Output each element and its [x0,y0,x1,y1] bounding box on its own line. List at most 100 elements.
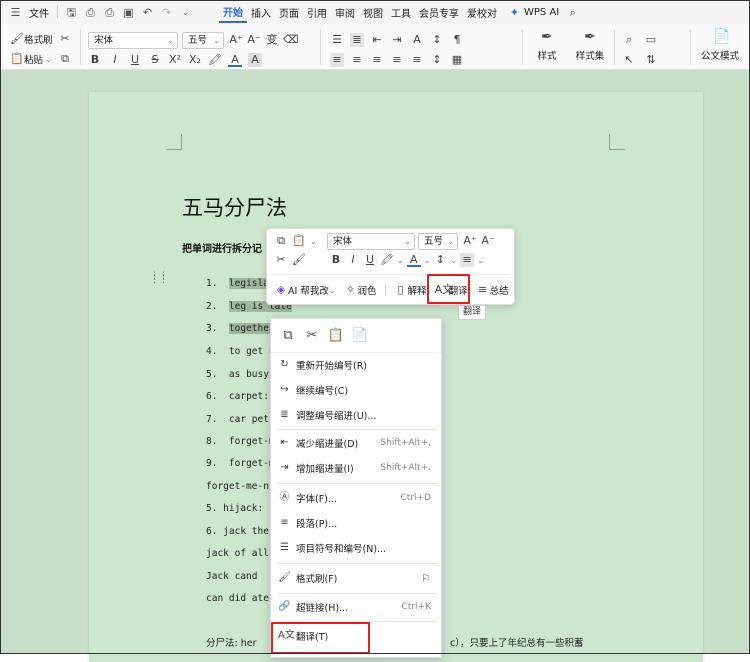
chinese-layout-icon[interactable]: A [410,33,424,47]
strikethrough-icon[interactable]: S [148,53,162,67]
paste-icon[interactable]: 📋 [325,328,347,343]
underline-icon[interactable]: U [363,253,377,267]
select-icon[interactable]: ↖ [622,53,636,67]
font-color-icon[interactable]: A [228,53,242,67]
align-center-icon[interactable]: ≡ [350,53,364,67]
polish-button[interactable]: ✧ 润色 [344,283,377,297]
sort-icon[interactable]: ↕ [430,33,444,47]
export-pdf-icon[interactable]: ⎙ [84,6,97,19]
ai-help-button[interactable]: ◈ AI 帮我改 ⌄ [274,283,336,297]
save-icon[interactable]: 🖫 [65,6,78,19]
format-painter-icon[interactable]: 🖌 [292,253,306,267]
char-shading-icon[interactable]: A [248,53,262,67]
menu-bar: ☰ 文件 🖫 ⎙ ⎙ ▣ ↶ ↷ ⌄ 开始 插入 页面 引用 审阅 视图 工具 … [0,0,750,24]
decrease-indent-icon[interactable]: ⇤ [370,33,384,47]
print-icon[interactable]: ⎙ [103,6,116,19]
subscript-icon[interactable]: X₂ [188,53,202,67]
menu-item-translate[interactable]: A文 翻译(T) [271,625,441,647]
menu-item-label: 重新开始编号(R) [296,361,368,372]
text-box-icon[interactable]: ▭ [644,33,658,47]
official-mode-button[interactable]: 📄 公文模式 [700,30,740,62]
tab-member[interactable]: 会员专享 [415,0,463,24]
shrink-font-icon[interactable]: A⁻ [481,234,495,248]
paste-button[interactable]: 📋 粘贴 ⌄ [10,52,52,66]
format-painter-button[interactable]: 🖌 格式刷 [10,32,53,46]
align-icon[interactable]: ≡ [460,253,475,267]
distributed-icon[interactable]: ≡ [410,53,424,67]
font-color-icon[interactable]: A [406,253,421,267]
grow-font-icon[interactable]: A⁺ [463,234,477,248]
tab-view[interactable]: 视图 [359,0,387,24]
tab-proofread[interactable]: 爱校对 [463,0,501,24]
copy-icon[interactable]: ⧉ [274,234,288,248]
drag-handle-icon[interactable]: ⋮⋮⋮⋮ [150,272,168,286]
menu-item-restart-numbering[interactable]: ↻ 重新开始编号(R) [271,354,441,376]
menu-item-decrease-indent[interactable]: ⇤ 减少缩进量(D) Shift+Alt+, [271,432,441,454]
justify-icon[interactable]: ≡ [390,53,404,67]
phonetic-guide-icon[interactable]: 变 [265,33,279,47]
tab-insert[interactable]: 插入 [247,0,275,24]
chevron-down-icon[interactable]: ⌄ [179,6,192,19]
menu-item-format-painter[interactable]: 🖌 格式刷(F) ⚐ [271,567,441,589]
align-right-icon[interactable]: ≡ [370,53,384,67]
highlight-icon[interactable]: 🖍 [380,253,394,267]
paste-icon[interactable]: 📋 [292,234,306,248]
bullet-list-icon[interactable]: ☰ [330,33,344,47]
line-spacing-icon[interactable]: ↕ [430,53,444,67]
menu-item-bullets-numbering[interactable]: ☰ 项目符号和编号(N)... [271,537,441,559]
clear-format-icon[interactable]: ⌫ [283,33,299,47]
shrink-font-icon[interactable]: A⁻ [247,33,261,47]
bold-icon[interactable]: B [88,53,102,67]
find-icon[interactable]: ⌕ [622,33,636,47]
search-icon[interactable]: ⌕ [566,6,579,19]
menu-item-hyperlink[interactable]: 🔗 超链接(H)... Ctrl+K [271,596,441,618]
menu-item-adjust-indent[interactable]: ≣ 调整编号缩进(U)... [271,404,441,426]
hamburger-menu-icon[interactable]: ☰ [9,6,22,19]
scissors-icon[interactable]: ✂ [274,253,288,267]
italic-icon[interactable]: I [108,53,122,67]
copy-button[interactable]: ⧉ [58,52,72,66]
menu-item-font[interactable]: Ⓐ 字体(F)... Ctrl+D [271,487,441,509]
borders-icon[interactable]: ▦ [450,53,464,67]
line-spacing-icon[interactable]: ↕ [433,253,447,267]
copy-icon[interactable]: ⧉ [277,328,299,343]
tab-page[interactable]: 页面 [275,0,303,24]
cut-button[interactable]: ✂ [58,32,72,46]
tab-review[interactable]: 审阅 [331,0,359,24]
painter-extra-icon[interactable]: ⚐ [421,572,431,585]
undo-icon[interactable]: ↶ [141,6,154,19]
superscript-icon[interactable]: X² [168,53,182,67]
summary-button[interactable]: ≡ 总结 [476,283,509,297]
bold-icon[interactable]: B [329,253,343,267]
styles-button[interactable]: ✒ 样式 [532,30,562,62]
menu-item-increase-indent[interactable]: ⇥ 增加缩进量(I) Shift+Alt+. [271,457,441,479]
wps-ai-button[interactable]: ✦ WPS AI [501,0,563,24]
tab-home[interactable]: 开始 [219,1,247,23]
style-set-button[interactable]: ✒ 样式集 [570,30,610,62]
paste-text-icon[interactable]: 📄 [349,328,371,343]
translate-button[interactable]: A文 翻译 [435,283,468,297]
body-line: can did ate [206,593,269,604]
explain-button[interactable]: ▯ 解释 [394,283,427,297]
menu-item-continue-numbering[interactable]: ↪ 继续编号(C) [271,379,441,401]
scissors-icon[interactable]: ✂ [301,328,323,343]
increase-indent-icon[interactable]: ⇥ [390,33,404,47]
align-left-icon[interactable]: ≡ [330,53,344,67]
font-name-select[interactable]: 宋体 ⌄ [88,32,178,49]
numbered-list-icon[interactable]: ≣ [350,33,364,47]
mini-font-size-select[interactable]: 五号 ⌄ [418,233,458,250]
redo-icon[interactable]: ↷ [160,6,173,19]
tab-tools[interactable]: 工具 [387,0,415,24]
tab-references[interactable]: 引用 [303,0,331,24]
italic-icon[interactable]: I [346,253,360,267]
file-menu[interactable]: 文件 [25,0,53,24]
font-size-select[interactable]: 五号 ⌄ [182,32,224,49]
menu-item-paragraph[interactable]: ≡ 段落(P)... [271,512,441,534]
highlight-icon[interactable]: 🖍 [208,53,222,67]
sort-table-icon[interactable]: ⇅ [644,53,658,67]
print-preview-icon[interactable]: ▣ [122,6,135,19]
grow-font-icon[interactable]: A⁺ [229,33,243,47]
mini-font-name-select[interactable]: 宋体 ⌄ [327,233,415,250]
show-marks-icon[interactable]: ¶ [450,33,464,47]
underline-icon[interactable]: U [128,53,142,67]
